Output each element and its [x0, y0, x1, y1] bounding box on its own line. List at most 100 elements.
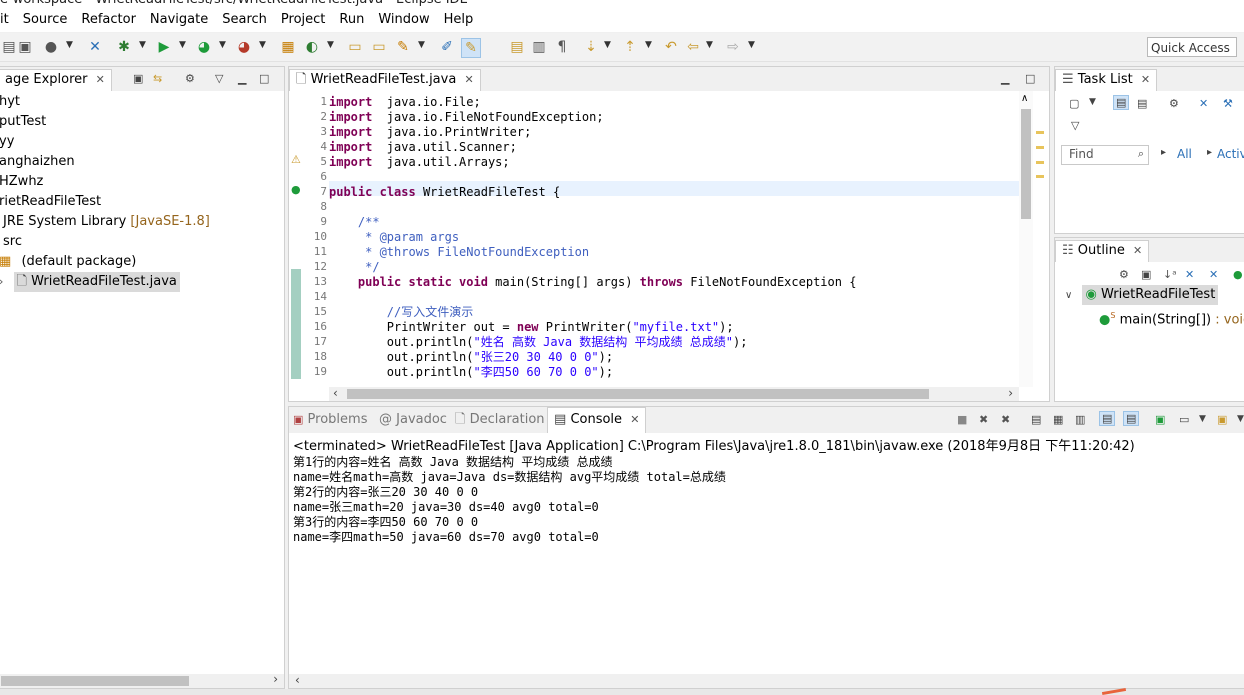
quick-access-field[interactable]: Quick Access	[1147, 37, 1237, 57]
all-link[interactable]: All	[1177, 147, 1192, 161]
outline-class-item[interactable]: ∨ ◉ WrietReadFileTest	[1065, 285, 1219, 305]
menu-item[interactable]: Source	[16, 10, 75, 32]
close-icon[interactable]: ✕	[1141, 73, 1150, 86]
close-icon[interactable]: ✕	[630, 413, 639, 426]
account-dropdown-icon[interactable]: ▼	[66, 40, 73, 50]
scrollbar-thumb[interactable]	[1, 676, 189, 686]
toggle-annotation-icon[interactable]: ✐	[438, 38, 456, 56]
task-list-tab[interactable]: ☰ Task List ✕	[1055, 69, 1158, 91]
show-on-output-icon[interactable]: ▤	[1099, 411, 1116, 426]
display-console-dropdown-icon[interactable]: ▼	[1199, 414, 1206, 424]
forward-icon[interactable]: ⇨	[724, 38, 742, 56]
new-task-icon[interactable]: ▢	[1069, 97, 1079, 110]
sync-icon[interactable]: ⚙	[1119, 268, 1129, 281]
debug-dropdown-icon[interactable]: ▼	[139, 40, 146, 50]
remove-launch-icon[interactable]: ✖	[979, 413, 988, 426]
activate-link[interactable]: Activ	[1217, 147, 1244, 161]
account-icon[interactable]: ●	[42, 38, 60, 56]
expand-arrow-icon[interactable]: ›	[0, 275, 3, 288]
menu-item[interactable]: Run	[332, 10, 371, 32]
show-whitespace-icon[interactable]: ¶	[553, 38, 571, 56]
expand-arrow-icon[interactable]: ∨	[1065, 290, 1072, 301]
link-with-editor-icon[interactable]: ⇆	[153, 72, 162, 85]
minimize-icon[interactable]: ▁	[1001, 72, 1009, 85]
filters-icon[interactable]: ⚙	[185, 72, 195, 85]
forward-dropdown-icon[interactable]: ▼	[748, 40, 755, 50]
open-console-icon[interactable]: ▣	[1217, 413, 1227, 426]
tree-item-src-folder[interactable]: src	[3, 232, 22, 252]
tree-item-project[interactable]: putTest	[0, 112, 46, 132]
collapse-all-icon[interactable]: ▣	[1141, 268, 1151, 281]
console-output[interactable]: 第1行的内容=姓名 高数 Java 数据结构 平均成绩 总成绩 name=姓名ma…	[289, 455, 1244, 672]
remove-all-launches-icon[interactable]: ✖	[1001, 413, 1010, 426]
block-selection-icon[interactable]: ▤	[508, 38, 526, 56]
display-console-icon[interactable]: ▭	[1179, 413, 1189, 426]
word-wrap-icon[interactable]: ▥	[530, 38, 548, 56]
horizontal-scrollbar[interactable]: ‹	[289, 673, 1244, 688]
minimize-icon[interactable]: ▁	[238, 72, 246, 85]
scroll-right-icon[interactable]: ›	[1008, 386, 1013, 400]
skip-breakpoints-icon[interactable]: ✕	[86, 38, 104, 56]
new-java-project-icon[interactable]: ▦	[279, 38, 297, 56]
show-on-error-icon[interactable]: ▤	[1123, 411, 1140, 426]
menu-item[interactable]: Window	[371, 10, 436, 32]
javadoc-tab[interactable]: @ Javadoc	[379, 411, 447, 431]
clear-console-icon[interactable]: ▤	[1031, 413, 1041, 426]
new-class-dropdown-icon[interactable]: ▼	[327, 40, 334, 50]
hide-completed-icon[interactable]: ✕	[1199, 97, 1208, 110]
search-icon[interactable]: ✎	[394, 38, 412, 56]
tree-item-project[interactable]: HZwhz	[0, 172, 43, 192]
tree-item-jre-library[interactable]: JRE System Library [JavaSE-1.8]	[3, 212, 210, 232]
tree-item-project[interactable]: yy	[0, 132, 14, 152]
collapse-all-icon[interactable]: ▣	[133, 72, 143, 85]
back-icon[interactable]: ⇦	[684, 38, 702, 56]
mark-occurrences-icon[interactable]: ✎	[461, 38, 481, 58]
menu-item[interactable]: Refactor	[74, 10, 143, 32]
previous-annotation-icon[interactable]: ⇡	[621, 38, 639, 56]
hide-non-public-icon[interactable]: ●	[1233, 268, 1243, 281]
categorize-icon[interactable]: ▤	[1113, 95, 1130, 110]
open-type-icon[interactable]: ▭	[346, 38, 364, 56]
external-tools-icon[interactable]: ◕	[235, 38, 253, 56]
view-menu-icon[interactable]: ▽	[215, 72, 223, 85]
next-annotation-icon[interactable]: ⇣	[582, 38, 600, 56]
tree-item-project[interactable]: rietReadFileTest	[0, 192, 101, 212]
maximize-icon[interactable]: □	[259, 72, 269, 85]
scroll-left-icon[interactable]: ‹	[295, 673, 300, 687]
tree-item-java-file[interactable]: › 🗋 WrietReadFileTest.java	[0, 272, 180, 292]
menu-item[interactable]: Help	[437, 10, 481, 32]
save-all-icon[interactable]: ▣	[16, 38, 34, 56]
scroll-right-icon[interactable]: ›	[273, 672, 278, 686]
scrollbar-thumb[interactable]	[1021, 109, 1031, 219]
scroll-lock-icon[interactable]: ▦	[1053, 413, 1063, 426]
hide-fields-icon[interactable]: ✕	[1185, 268, 1194, 281]
maximize-icon[interactable]: □	[1025, 72, 1035, 85]
search-dropdown-icon[interactable]: ▼	[418, 40, 425, 50]
sort-icon[interactable]: ↓ᵃ	[1163, 268, 1177, 281]
problems-tab[interactable]: ▣ Problems	[293, 411, 367, 431]
outline-tab[interactable]: ☷ Outline ✕	[1055, 240, 1150, 262]
menu-item[interactable]: Project	[274, 10, 332, 32]
next-annotation-dropdown-icon[interactable]: ▼	[604, 40, 611, 50]
new-task-dropdown-icon[interactable]: ▼	[1089, 97, 1096, 107]
scroll-up-icon[interactable]: ∧	[1021, 93, 1028, 104]
run-icon[interactable]: ▶	[155, 38, 173, 56]
find-field[interactable]: Find ⌕	[1061, 145, 1149, 165]
new-class-icon[interactable]: ◐	[303, 38, 321, 56]
word-wrap-icon[interactable]: ▥	[1075, 413, 1085, 426]
back-dropdown-icon[interactable]: ▼	[706, 40, 713, 50]
menu-item[interactable]: Search	[215, 10, 274, 32]
coverage-dropdown-icon[interactable]: ▼	[219, 40, 226, 50]
declaration-tab[interactable]: 🗋 Declaration	[455, 411, 545, 431]
close-icon[interactable]: ✕	[96, 73, 105, 86]
coverage-icon[interactable]: ◕	[195, 38, 213, 56]
debug-icon[interactable]: ✱	[115, 38, 133, 56]
run-dropdown-icon[interactable]: ▼	[179, 40, 186, 50]
terminate-icon[interactable]: ■	[957, 413, 967, 426]
vertical-scrollbar[interactable]: ∧	[1019, 91, 1033, 387]
previous-annotation-dropdown-icon[interactable]: ▼	[645, 40, 652, 50]
scrollbar-thumb[interactable]	[347, 389, 929, 399]
external-tools-dropdown-icon[interactable]: ▼	[259, 40, 266, 50]
outline-method-item[interactable]: ●S main(String[]) : void	[1099, 306, 1244, 327]
scroll-left-icon[interactable]: ‹	[333, 386, 338, 400]
